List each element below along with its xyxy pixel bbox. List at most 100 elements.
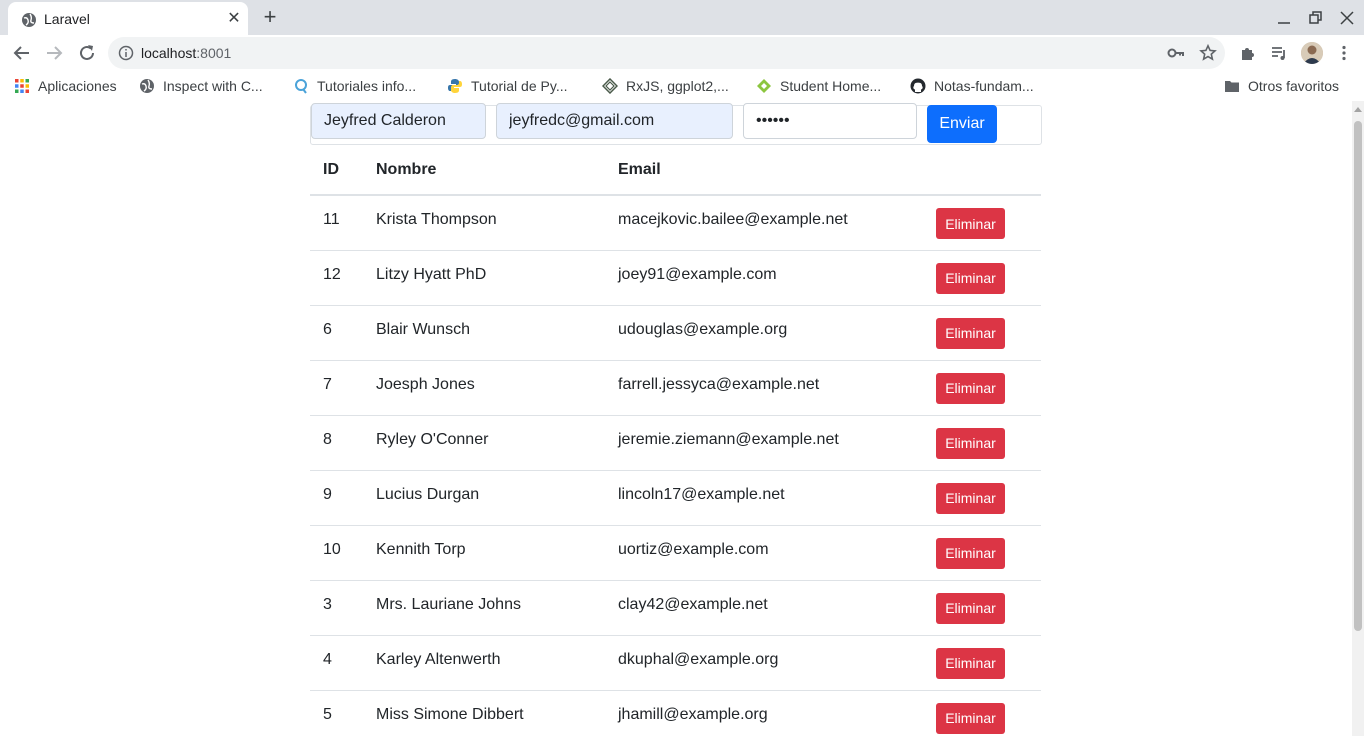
table-row: 3 Mrs. Lauriane Johns clay42@example.net El… <box>310 580 1041 636</box>
github-icon <box>910 78 926 94</box>
python-icon <box>448 79 462 93</box>
profile-photo-icon <box>1301 42 1323 64</box>
browser-tab[interactable]: Laravel ✕ <box>8 2 248 35</box>
reload-icon[interactable] <box>76 42 98 64</box>
address-bar[interactable]: localhost:8001 <box>108 37 1225 69</box>
folder-icon <box>1225 81 1239 92</box>
page-viewport: Enviar ID Nombre Email 11Krista Thompson… <box>0 101 1352 736</box>
cell-email: udouglas@example.org <box>605 305 923 361</box>
cell-name: Mrs. Lauriane Johns <box>363 580 605 636</box>
cell-id: 12 <box>310 250 363 306</box>
table-row: 7 Joesph Jones farrell.jessyca@example.net… <box>310 360 1041 416</box>
delete-button[interactable]: Eliminar <box>936 647 1005 679</box>
site-info-icon[interactable] <box>118 45 134 61</box>
cell-email: dkuphal@example.org <box>605 635 923 691</box>
cell-name: Ryley O'Conner <box>363 415 605 471</box>
table-row: 11 Krista Thompson macejkovic.bailee@examp… <box>310 195 1041 251</box>
cell-email: farrell.jessyca@example.net <box>605 360 923 416</box>
cell-actions: Eliminar <box>923 470 1041 526</box>
cell-name: Karley Altenwerth <box>363 635 605 691</box>
forward-icon[interactable] <box>43 42 65 64</box>
key-icon[interactable] <box>1167 44 1185 62</box>
submit-button[interactable]: Enviar <box>927 105 997 143</box>
table-row: 6 Blair Wunsch udouglas@example.org Elimina… <box>310 305 1041 361</box>
globe-icon <box>140 79 154 93</box>
users-table: ID Nombre Email 11 Krista Thompson macejko… <box>310 146 1041 736</box>
diamond-icon <box>602 78 618 94</box>
table-row: 12 Litzy Hyatt PhD joey91@example.com Elimi… <box>310 250 1041 306</box>
cell-id: 3 <box>310 580 363 636</box>
cell-id: 6 <box>310 305 363 361</box>
delete-button[interactable]: Eliminar <box>936 427 1005 459</box>
extensions-icon[interactable] <box>1239 44 1257 62</box>
apps-grid-icon <box>15 79 29 93</box>
password-input[interactable] <box>743 103 917 139</box>
delete-button[interactable]: Eliminar <box>936 482 1005 514</box>
cell-name: Miss Simone Dibbert <box>363 690 605 736</box>
back-icon[interactable] <box>11 42 33 64</box>
page-scrollbar[interactable] <box>1352 101 1364 736</box>
cell-id: 9 <box>310 470 363 526</box>
table-row: 4 Karley Altenwerth dkuphal@example.org Eli… <box>310 635 1041 691</box>
table-header-row: ID Nombre Email <box>310 146 1041 196</box>
cell-email: macejkovic.bailee@example.net <box>605 195 923 251</box>
delete-button[interactable]: Eliminar <box>936 208 1005 239</box>
cell-actions: Eliminar <box>923 415 1041 471</box>
restore-icon[interactable] <box>1305 8 1325 28</box>
new-tab-icon[interactable]: + <box>259 6 281 28</box>
cell-id: 4 <box>310 635 363 691</box>
delete-button[interactable]: Eliminar <box>936 317 1005 349</box>
close-tab-icon[interactable]: ✕ <box>224 9 244 29</box>
globe-icon <box>22 13 36 27</box>
bookmark-label: Aplicaciones <box>38 78 117 94</box>
scroll-thumb[interactable] <box>1354 121 1362 631</box>
table-row: 8 Ryley O'Conner jeremie.ziemann@example.n… <box>310 415 1041 471</box>
bookmark-label: Tutoriales info... <box>317 78 417 94</box>
table-row: 9 Lucius Durgan lincoln17@example.net Elimi… <box>310 470 1041 526</box>
cell-actions: Eliminar <box>923 250 1041 306</box>
close-window-icon[interactable] <box>1337 8 1357 28</box>
leaf-icon <box>757 79 771 93</box>
delete-button[interactable]: Eliminar <box>936 372 1005 404</box>
cell-actions: Eliminar <box>923 525 1041 581</box>
tab-strip: Laravel ✕ + <box>0 0 1364 35</box>
cell-actions: Eliminar <box>923 635 1041 691</box>
menu-kebab-icon[interactable] <box>1335 44 1353 62</box>
cell-actions: Eliminar <box>923 360 1041 416</box>
browser-toolbar: localhost:8001 <box>0 35 1364 71</box>
delete-button[interactable]: Eliminar <box>936 262 1005 294</box>
cell-actions: Eliminar <box>923 580 1041 636</box>
url-text: localhost:8001 <box>141 45 232 61</box>
tab-title: Laravel <box>44 11 90 27</box>
name-input[interactable] <box>311 103 486 139</box>
media-queue-icon[interactable] <box>1270 44 1288 62</box>
minimize-icon[interactable] <box>1274 8 1294 28</box>
cell-name: Joesph Jones <box>363 360 605 416</box>
cell-email: joey91@example.com <box>605 250 923 306</box>
cell-name: Blair Wunsch <box>363 305 605 361</box>
cell-name: Litzy Hyatt PhD <box>363 250 605 306</box>
table-row: 10 Kennith Torp uortiz@example.com Eliminar <box>310 525 1041 581</box>
cell-name: Krista Thompson <box>363 195 605 251</box>
cell-email: lincoln17@example.net <box>605 470 923 526</box>
scroll-up-arrow-icon[interactable] <box>1354 107 1362 112</box>
cell-email: clay42@example.net <box>605 580 923 636</box>
email-input[interactable] <box>496 103 733 139</box>
delete-button[interactable]: Eliminar <box>936 702 1005 734</box>
cell-email: jeremie.ziemann@example.net <box>605 415 923 471</box>
bookmark-label: RxJS, ggplot2,... <box>626 78 729 94</box>
bookmark-label: Inspect with C... <box>163 78 263 94</box>
bookmark-label: Notas-fundam... <box>934 78 1034 94</box>
delete-button[interactable]: Eliminar <box>936 592 1005 624</box>
delete-button[interactable]: Eliminar <box>936 537 1005 569</box>
cell-id: 11 <box>310 195 363 251</box>
column-header-name: Nombre <box>363 146 605 196</box>
bookmark-star-icon[interactable] <box>1199 44 1217 62</box>
bookmark-label: Tutorial de Py... <box>471 78 568 94</box>
column-header-actions <box>923 146 1041 196</box>
cell-name: Kennith Torp <box>363 525 605 581</box>
profile-avatar[interactable] <box>1301 42 1323 64</box>
bookmark-label: Otros favoritos <box>1248 78 1340 94</box>
bookmarks-bar: Aplicaciones Inspect with C... Tutoriale… <box>0 71 1364 101</box>
cell-actions: Eliminar <box>923 690 1041 736</box>
